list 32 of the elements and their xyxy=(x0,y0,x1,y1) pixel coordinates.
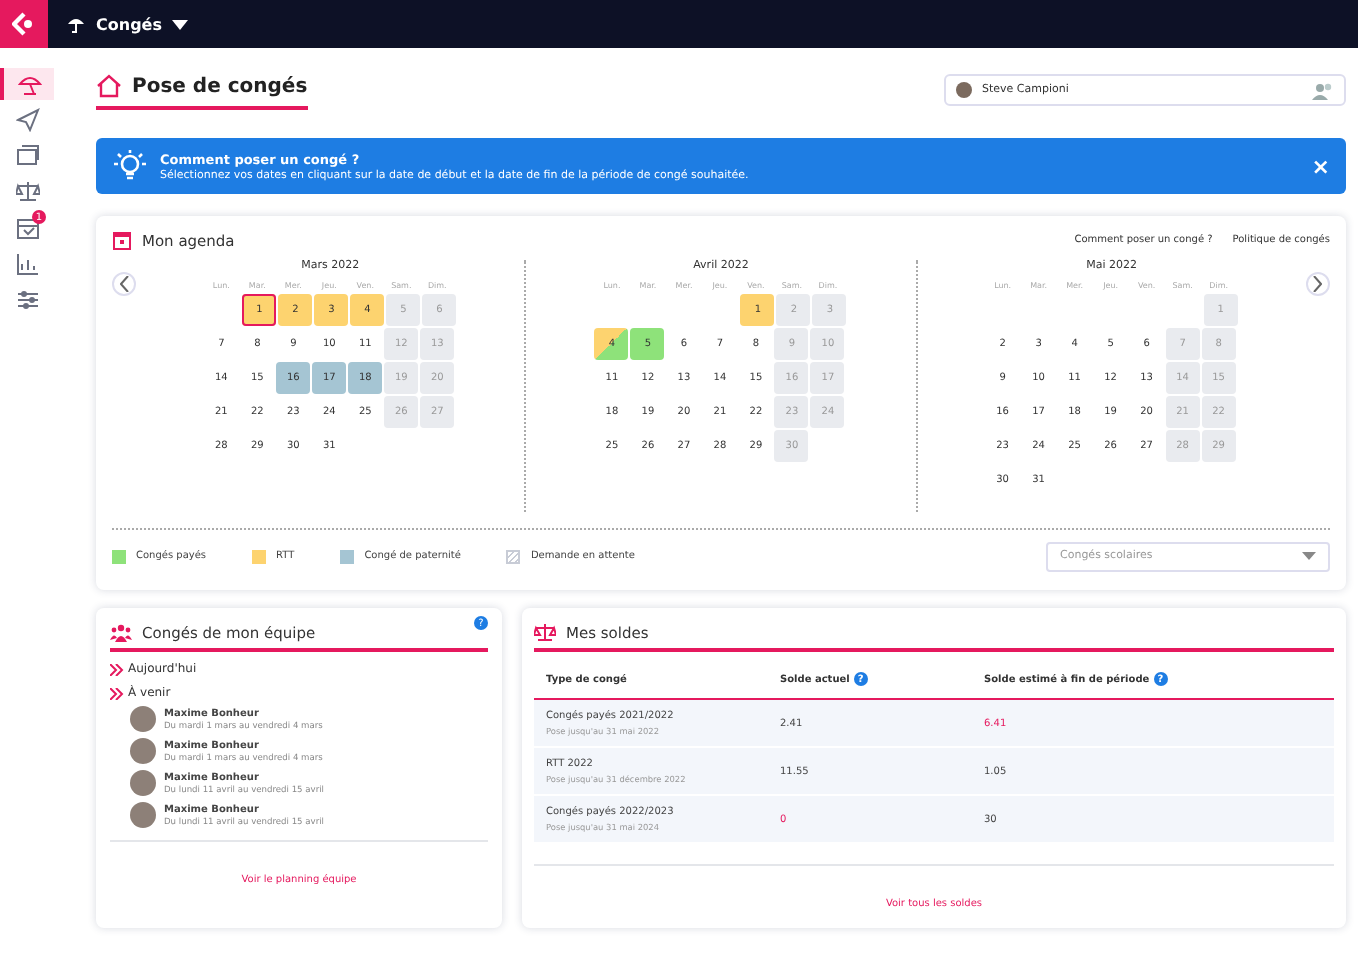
avatar-icon xyxy=(956,82,972,98)
page-title: Pose de congés xyxy=(132,75,308,97)
scale-icon xyxy=(15,180,39,204)
caret-icon xyxy=(1302,552,1316,560)
paper-plane-icon xyxy=(15,108,39,132)
cards-icon xyxy=(15,144,39,168)
arrow-icon xyxy=(110,687,124,699)
calendar-icon xyxy=(112,230,132,250)
avatar-icon xyxy=(130,770,156,796)
lightbulb-icon xyxy=(112,150,148,182)
calendar-icon xyxy=(15,216,39,240)
umbrella-icon xyxy=(17,72,41,96)
scale-icon xyxy=(534,622,556,642)
home-icon xyxy=(96,74,122,98)
chevron-right-icon xyxy=(1312,276,1323,292)
arrow-icon xyxy=(110,663,124,675)
avatar-icon xyxy=(130,706,156,732)
chart-icon xyxy=(15,252,39,276)
caret-icon xyxy=(171,19,188,29)
logo-icon[interactable] xyxy=(0,0,48,48)
next-button[interactable] xyxy=(1305,272,1330,296)
sidebar-item[interactable] xyxy=(0,68,54,100)
users-icon xyxy=(1312,81,1334,99)
avatar-icon xyxy=(130,802,156,828)
close-button[interactable]: × xyxy=(1311,153,1330,179)
chevron-left-icon xyxy=(119,276,129,292)
team-icon xyxy=(110,623,132,641)
app-selector[interactable]: Congés xyxy=(66,15,188,33)
sliders-icon xyxy=(15,288,39,312)
umbrella-icon xyxy=(66,15,86,33)
previous-button[interactable] xyxy=(112,272,136,296)
avatar-icon xyxy=(130,738,156,764)
